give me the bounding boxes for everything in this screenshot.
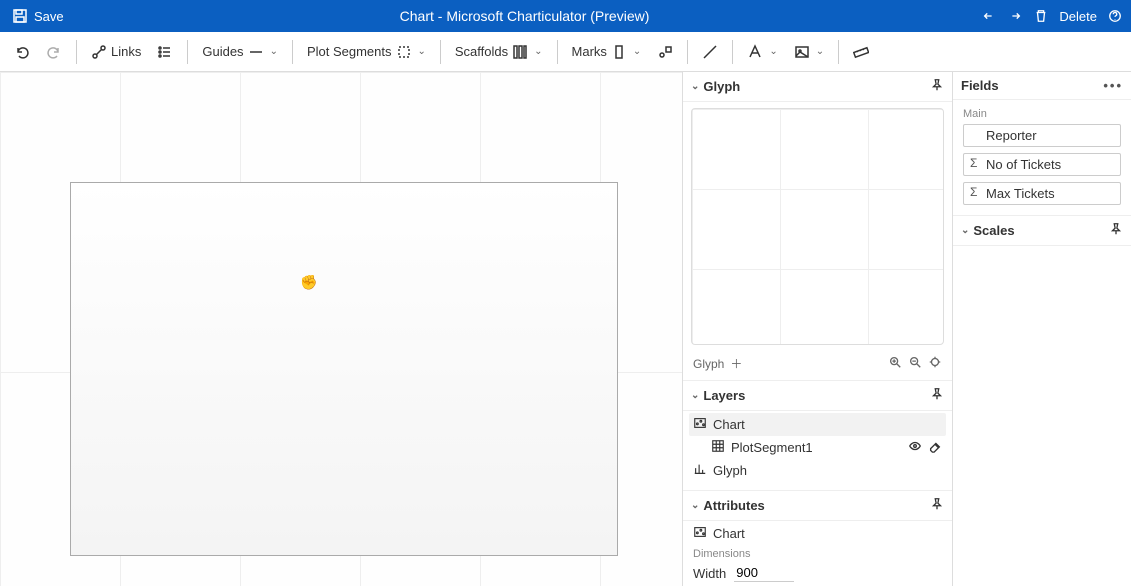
- help-icon[interactable]: [1107, 8, 1123, 24]
- chevron-down-icon: ⌄: [816, 46, 824, 57]
- rect-mark-icon: [611, 44, 627, 60]
- more-icon[interactable]: •••: [1103, 78, 1123, 93]
- guide-line-icon: [248, 44, 264, 60]
- image-icon: [794, 44, 810, 60]
- trash-icon[interactable]: [1033, 8, 1049, 24]
- marks-label: Marks: [572, 44, 607, 59]
- region-icon: [396, 44, 412, 60]
- zoom-fit-icon[interactable]: [928, 355, 942, 372]
- collapse-icon[interactable]: ⌄: [691, 390, 699, 401]
- window-title: Chart - Microsoft Charticulator (Preview…: [68, 8, 982, 24]
- fields-title: Fields: [961, 78, 999, 93]
- legend-icon: [157, 44, 173, 60]
- fields-main-label: Main: [963, 108, 1121, 120]
- add-glyph-button[interactable]: ＋: [730, 355, 742, 372]
- pin-icon[interactable]: [930, 78, 944, 95]
- image-mark-button[interactable]: ⌄: [788, 40, 830, 64]
- glyph-footer-label: Glyph: [693, 357, 724, 371]
- collapse-icon[interactable]: ⌄: [961, 225, 969, 236]
- guides-label: Guides: [202, 44, 243, 59]
- plot-segments-button[interactable]: Plot Segments ⌄: [301, 40, 432, 64]
- line-icon: [702, 44, 718, 60]
- legend-button[interactable]: [151, 40, 179, 64]
- chevron-down-icon: ⌄: [633, 46, 641, 57]
- delete-label[interactable]: Delete: [1059, 9, 1097, 24]
- attr-width-input[interactable]: [734, 564, 794, 582]
- grid-icon: [711, 439, 725, 456]
- layer-plotsegment-label: PlotSegment1: [731, 440, 813, 455]
- line-mark-button[interactable]: [696, 40, 724, 64]
- glyph-panel-header: ⌄ Glyph: [683, 72, 952, 102]
- layer-chart-label: Chart: [713, 417, 745, 432]
- right-panel: Fields ••• Main Reporter No of Tickets M…: [953, 72, 1131, 586]
- field-reporter[interactable]: Reporter: [963, 124, 1121, 147]
- ruler-icon: [853, 44, 869, 60]
- chart-plot-area[interactable]: [70, 182, 618, 556]
- layer-glyph-label: Glyph: [713, 463, 747, 478]
- guides-button[interactable]: Guides ⌄: [196, 40, 284, 64]
- chevron-down-icon: ⌄: [534, 46, 542, 57]
- chevron-down-icon: ⌄: [418, 46, 426, 57]
- mid-panel: ⌄ Glyph Glyph ＋ ⌄ Layers Chart: [683, 72, 953, 586]
- pin-icon[interactable]: [1109, 222, 1123, 239]
- undo-button[interactable]: [8, 40, 36, 64]
- pin-icon[interactable]: [930, 387, 944, 404]
- scales-panel-header: ⌄ Scales: [953, 215, 1131, 246]
- zoom-in-icon[interactable]: [888, 355, 902, 372]
- plot-segments-label: Plot Segments: [307, 44, 392, 59]
- collapse-icon[interactable]: ⌄: [691, 81, 699, 92]
- chevron-down-icon: ⌄: [270, 46, 278, 57]
- glyph-title: Glyph: [703, 79, 740, 94]
- layer-plotsegment[interactable]: PlotSegment1: [689, 436, 946, 459]
- links-icon: [91, 44, 107, 60]
- fields-panel-header: Fields •••: [953, 72, 1131, 100]
- scales-title: Scales: [973, 223, 1014, 238]
- redo-arrow-right-icon[interactable]: [1007, 8, 1023, 24]
- chart-icon: [693, 525, 707, 542]
- text-mark-button[interactable]: ⌄: [741, 40, 783, 64]
- grab-cursor-icon: ✊: [300, 274, 317, 291]
- text-icon: [747, 44, 763, 60]
- undo-arrow-left-icon[interactable]: [981, 8, 997, 24]
- marks-button[interactable]: Marks ⌄: [566, 40, 648, 64]
- layers-panel-header: ⌄ Layers: [683, 380, 952, 411]
- chart-icon: [693, 416, 707, 433]
- main-toolbar: Links Guides ⌄ Plot Segments ⌄ Scaffolds…: [0, 32, 1131, 72]
- erase-icon[interactable]: [928, 439, 942, 456]
- scaffolds-button[interactable]: Scaffolds ⌄: [449, 40, 549, 64]
- collapse-icon[interactable]: ⌄: [691, 500, 699, 511]
- chevron-down-icon: ⌄: [769, 46, 777, 57]
- redo-button[interactable]: [40, 40, 68, 64]
- save-button[interactable]: Save: [8, 6, 68, 26]
- attributes-title: Attributes: [703, 498, 764, 513]
- links-button[interactable]: Links: [85, 40, 147, 64]
- columns-icon: [512, 44, 528, 60]
- visibility-icon[interactable]: [908, 439, 922, 456]
- layer-chart[interactable]: Chart: [689, 413, 946, 436]
- attr-width-label: Width: [693, 566, 726, 581]
- symbol-icon: [657, 44, 673, 60]
- attributes-panel-header: ⌄ Attributes: [683, 490, 952, 521]
- links-label: Links: [111, 44, 141, 59]
- attr-chart-label: Chart: [713, 526, 745, 541]
- ruler-button[interactable]: [847, 40, 875, 64]
- save-label: Save: [34, 9, 64, 24]
- scaffolds-label: Scaffolds: [455, 44, 508, 59]
- attr-chart-row: Chart: [693, 525, 942, 542]
- field-no-of-tickets[interactable]: No of Tickets: [963, 153, 1121, 176]
- chart-canvas[interactable]: ✊: [0, 72, 683, 586]
- pin-icon[interactable]: [930, 497, 944, 514]
- layer-glyph[interactable]: Glyph: [689, 459, 946, 482]
- zoom-out-icon[interactable]: [908, 355, 922, 372]
- bars-icon: [693, 462, 707, 479]
- field-max-tickets[interactable]: Max Tickets: [963, 182, 1121, 205]
- symbol-mark-button[interactable]: [651, 40, 679, 64]
- title-bar: Save Chart - Microsoft Charticulator (Pr…: [0, 0, 1131, 32]
- layers-title: Layers: [703, 388, 745, 403]
- attr-dimensions-label: Dimensions: [693, 548, 942, 560]
- glyph-editor[interactable]: [691, 108, 944, 345]
- save-icon: [12, 8, 28, 24]
